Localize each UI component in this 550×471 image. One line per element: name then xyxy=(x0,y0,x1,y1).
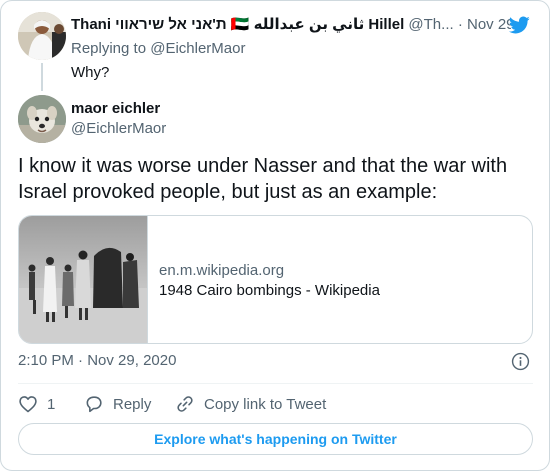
twitter-bird-icon[interactable] xyxy=(507,14,531,36)
embedded-tweet-card: Thani ת'אני אל שיראווי 🇦🇪 ثاني بن عبدالل… xyxy=(0,0,550,471)
tweet-timestamp[interactable]: 2:10 PM · Nov 29, 2020 xyxy=(18,351,176,371)
replying-mention-link[interactable]: @EichlerMaor xyxy=(150,40,245,57)
parent-avatar[interactable] xyxy=(18,12,66,60)
parent-handle[interactable]: @Th... xyxy=(408,16,453,33)
tweet-time: 2:10 PM xyxy=(18,352,74,369)
actions-divider xyxy=(18,383,533,384)
link-domain: en.m.wikipedia.org xyxy=(159,262,285,279)
tweet-meta-separator: · xyxy=(78,352,84,369)
copy-link-label: Copy link to Tweet xyxy=(204,395,327,413)
explore-label: Explore what's happening on Twitter xyxy=(154,431,397,447)
tweet-date: Nov 29, 2020 xyxy=(87,352,177,369)
like-button[interactable]: 1 xyxy=(18,393,55,415)
link-chain-icon xyxy=(177,396,193,412)
parent-display-name[interactable]: Thani ת'אני אל שיראווי 🇦🇪 ثاني بن عبدالل… xyxy=(71,16,404,33)
link-preview-card[interactable]: en.m.wikipedia.org 1948 Cairo bombings -… xyxy=(18,215,533,344)
copy-link-button[interactable]: Copy link to Tweet xyxy=(175,393,326,415)
tweet-text: I know it was worse under Nasser and tha… xyxy=(18,155,508,203)
link-title[interactable]: 1948 Cairo bombings - Wikipedia xyxy=(159,281,380,301)
main-display-name[interactable]: maor eichler xyxy=(71,99,160,119)
explore-twitter-button[interactable]: Explore what's happening on Twitter xyxy=(18,423,533,455)
replying-to-line: Replying to @EichlerMaor xyxy=(71,39,245,59)
info-icon[interactable] xyxy=(511,352,530,371)
parent-date[interactable]: Nov 29, 2020 xyxy=(467,16,511,33)
like-count: 1 xyxy=(47,395,56,413)
replying-prefix: Replying to xyxy=(71,40,147,57)
main-handle[interactable]: @EichlerMaor xyxy=(71,119,166,139)
link-thumbnail xyxy=(19,216,148,343)
main-avatar[interactable] xyxy=(18,95,66,143)
reply-button[interactable]: Reply xyxy=(84,393,151,415)
thread-connector-line xyxy=(41,63,43,91)
parent-separator: · xyxy=(457,16,463,33)
reply-bubble-icon xyxy=(86,396,102,413)
heart-icon xyxy=(19,396,37,413)
reply-label: Reply xyxy=(113,395,152,413)
parent-tweet-text: Why? xyxy=(71,64,110,81)
parent-tweet-header: Thani ת'אני אל שיראווי 🇦🇪 ثاني بن عبدالل… xyxy=(71,15,511,35)
